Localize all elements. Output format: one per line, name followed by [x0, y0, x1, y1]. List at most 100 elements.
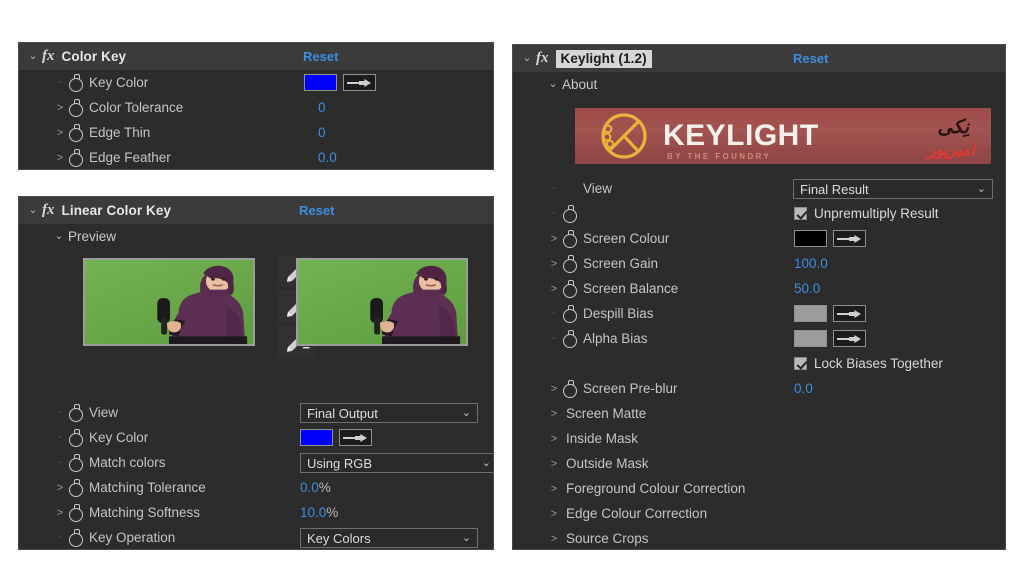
keylight-title[interactable]: Keylight (1.2) — [555, 49, 652, 68]
property-row-lock-biases-together[interactable]: Lock Biases Together — [513, 351, 1005, 376]
property-row-screen-colour[interactable]: > Screen Colour — [513, 226, 1005, 251]
stopwatch-icon[interactable] — [561, 380, 578, 398]
stopwatch-icon[interactable] — [561, 255, 578, 273]
row-disclosure-icon[interactable]: > — [53, 152, 67, 164]
property-row-screen-balance[interactable]: > Screen Balance 50.0 — [513, 276, 1005, 301]
property-value[interactable]: 0.0% — [300, 480, 331, 495]
property-value[interactable]: 0 — [318, 125, 326, 140]
group-row-screen-matte[interactable]: > Screen Matte — [513, 401, 1005, 426]
green-screen-source-thumbnail[interactable] — [83, 258, 255, 346]
row-disclosure-icon[interactable]: - — [53, 532, 67, 543]
row-disclosure-icon[interactable]: - — [547, 333, 561, 344]
color-key-disclosure-triangle-icon[interactable]: ⌄ — [27, 51, 39, 62]
stopwatch-icon[interactable] — [561, 205, 578, 223]
property-row-color-tolerance[interactable]: > Color Tolerance 0 — [19, 95, 493, 120]
linear-color-key-reset-button[interactable]: Reset — [299, 203, 334, 218]
about-disclosure-triangle-icon[interactable]: ⌄ — [547, 78, 559, 90]
row-disclosure-icon[interactable]: - — [547, 208, 561, 219]
about-section-header[interactable]: ⌄ About — [513, 72, 1005, 96]
property-value[interactable]: 0.0 — [794, 381, 813, 396]
group-row-edge-colour-correction[interactable]: > Edge Colour Correction — [513, 501, 1005, 526]
stopwatch-icon[interactable] — [67, 404, 84, 422]
row-disclosure-icon[interactable]: - — [547, 183, 561, 194]
eyedropper-icon[interactable] — [833, 305, 866, 322]
stopwatch-icon[interactable] — [67, 74, 84, 92]
stopwatch-icon[interactable] — [561, 230, 578, 248]
property-value[interactable]: 0 — [318, 100, 326, 115]
stopwatch-icon[interactable] — [67, 149, 84, 167]
color-key-reset-button[interactable]: Reset — [303, 49, 338, 64]
group-row-foreground-colour-correction[interactable]: > Foreground Colour Correction — [513, 476, 1005, 501]
property-row-view[interactable]: - View Final Output ⌄ — [19, 400, 493, 425]
property-row-key-color[interactable]: - Key Color — [19, 425, 493, 450]
row-disclosure-icon[interactable]: > — [53, 482, 67, 494]
stopwatch-icon[interactable] — [561, 330, 578, 348]
property-row-alpha-bias[interactable]: - Alpha Bias — [513, 326, 1005, 351]
eyedropper-icon[interactable] — [833, 330, 866, 347]
eyedropper-icon[interactable] — [833, 230, 866, 247]
stopwatch-icon[interactable] — [67, 529, 84, 547]
lock-biases-together-checkbox[interactable] — [794, 357, 807, 370]
row-disclosure-icon[interactable]: > — [547, 283, 561, 295]
row-disclosure-icon[interactable]: > — [547, 483, 561, 495]
preview-section-header[interactable]: ⌄ Preview — [19, 224, 493, 248]
property-value[interactable]: 50.0 — [794, 281, 820, 296]
keylight-reset-button[interactable]: Reset — [793, 51, 828, 66]
stopwatch-icon[interactable] — [67, 99, 84, 117]
property-row-key-operation[interactable]: - Key Operation Key Colors ⌄ — [19, 525, 493, 549]
property-row-despill-bias[interactable]: - Despill Bias — [513, 301, 1005, 326]
row-disclosure-icon[interactable]: > — [53, 127, 67, 139]
property-row-screen-pre-blur[interactable]: > Screen Pre-blur 0.0 — [513, 376, 1005, 401]
row-disclosure-icon[interactable]: - — [547, 308, 561, 319]
property-row-key-color[interactable]: - Key Color — [19, 70, 493, 95]
eyedropper-icon[interactable] — [339, 429, 372, 446]
stopwatch-icon[interactable] — [67, 479, 84, 497]
linear-color-key-title[interactable]: Linear Color Key — [62, 203, 172, 218]
screen-colour-swatch[interactable] — [794, 230, 827, 247]
keylight-disclosure-triangle-icon[interactable]: ⌄ — [521, 53, 533, 64]
group-row-inside-mask[interactable]: > Inside Mask — [513, 426, 1005, 451]
row-disclosure-icon[interactable]: > — [547, 458, 561, 470]
row-disclosure-icon[interactable]: > — [547, 408, 561, 420]
key-operation-dropdown[interactable]: Key Colors ⌄ — [300, 528, 478, 548]
despill-bias-swatch[interactable] — [794, 305, 827, 322]
row-disclosure-icon[interactable]: > — [547, 383, 561, 395]
property-row-matching-softness[interactable]: > Matching Softness 10.0% — [19, 500, 493, 525]
row-disclosure-icon[interactable]: > — [547, 233, 561, 245]
color-key-header[interactable]: ⌄ fx Color Key Reset — [19, 43, 493, 70]
row-disclosure-icon[interactable]: - — [53, 407, 67, 418]
row-disclosure-icon[interactable]: > — [53, 102, 67, 114]
preview-disclosure-triangle-icon[interactable]: ⌄ — [53, 230, 65, 242]
property-row-matching-tolerance[interactable]: > Matching Tolerance 0.0% — [19, 475, 493, 500]
stopwatch-icon[interactable] — [67, 504, 84, 522]
alpha-bias-swatch[interactable] — [794, 330, 827, 347]
row-disclosure-icon[interactable]: > — [547, 533, 561, 545]
key-color-swatch[interactable] — [304, 74, 337, 91]
property-row-unpremultiply-result[interactable]: - Unpremultiply Result — [513, 201, 1005, 226]
property-row-edge-thin[interactable]: > Edge Thin 0 — [19, 120, 493, 145]
row-disclosure-icon[interactable]: - — [53, 432, 67, 443]
row-disclosure-icon[interactable]: > — [547, 508, 561, 520]
row-disclosure-icon[interactable]: > — [547, 433, 561, 445]
property-row-edge-feather[interactable]: > Edge Feather 0.0 — [19, 145, 493, 169]
view-dropdown[interactable]: Final Result ⌄ — [793, 179, 993, 199]
property-row-screen-gain[interactable]: > Screen Gain 100.0 — [513, 251, 1005, 276]
stopwatch-icon[interactable] — [67, 124, 84, 142]
group-row-outside-mask[interactable]: > Outside Mask — [513, 451, 1005, 476]
property-value[interactable]: 10.0% — [300, 505, 338, 520]
linear-color-key-disclosure-triangle-icon[interactable]: ⌄ — [27, 205, 39, 216]
color-key-title[interactable]: Color Key — [62, 49, 127, 64]
row-disclosure-icon[interactable]: - — [53, 457, 67, 468]
linear-color-key-header[interactable]: ⌄ fx Linear Color Key Reset — [19, 197, 493, 224]
key-color-swatch[interactable] — [300, 429, 333, 446]
stopwatch-icon[interactable] — [561, 305, 578, 323]
eyedropper-icon[interactable] — [343, 74, 376, 91]
row-disclosure-icon[interactable]: > — [547, 258, 561, 270]
match-colors-dropdown[interactable]: Using RGB ⌄ — [300, 453, 493, 473]
property-value[interactable]: 100.0 — [794, 256, 828, 271]
unpremultiply-result-checkbox[interactable] — [794, 207, 807, 220]
row-disclosure-icon[interactable]: > — [53, 507, 67, 519]
view-dropdown[interactable]: Final Output ⌄ — [300, 403, 478, 423]
group-row-source-crops[interactable]: > Source Crops — [513, 526, 1005, 549]
stopwatch-icon[interactable] — [67, 429, 84, 447]
